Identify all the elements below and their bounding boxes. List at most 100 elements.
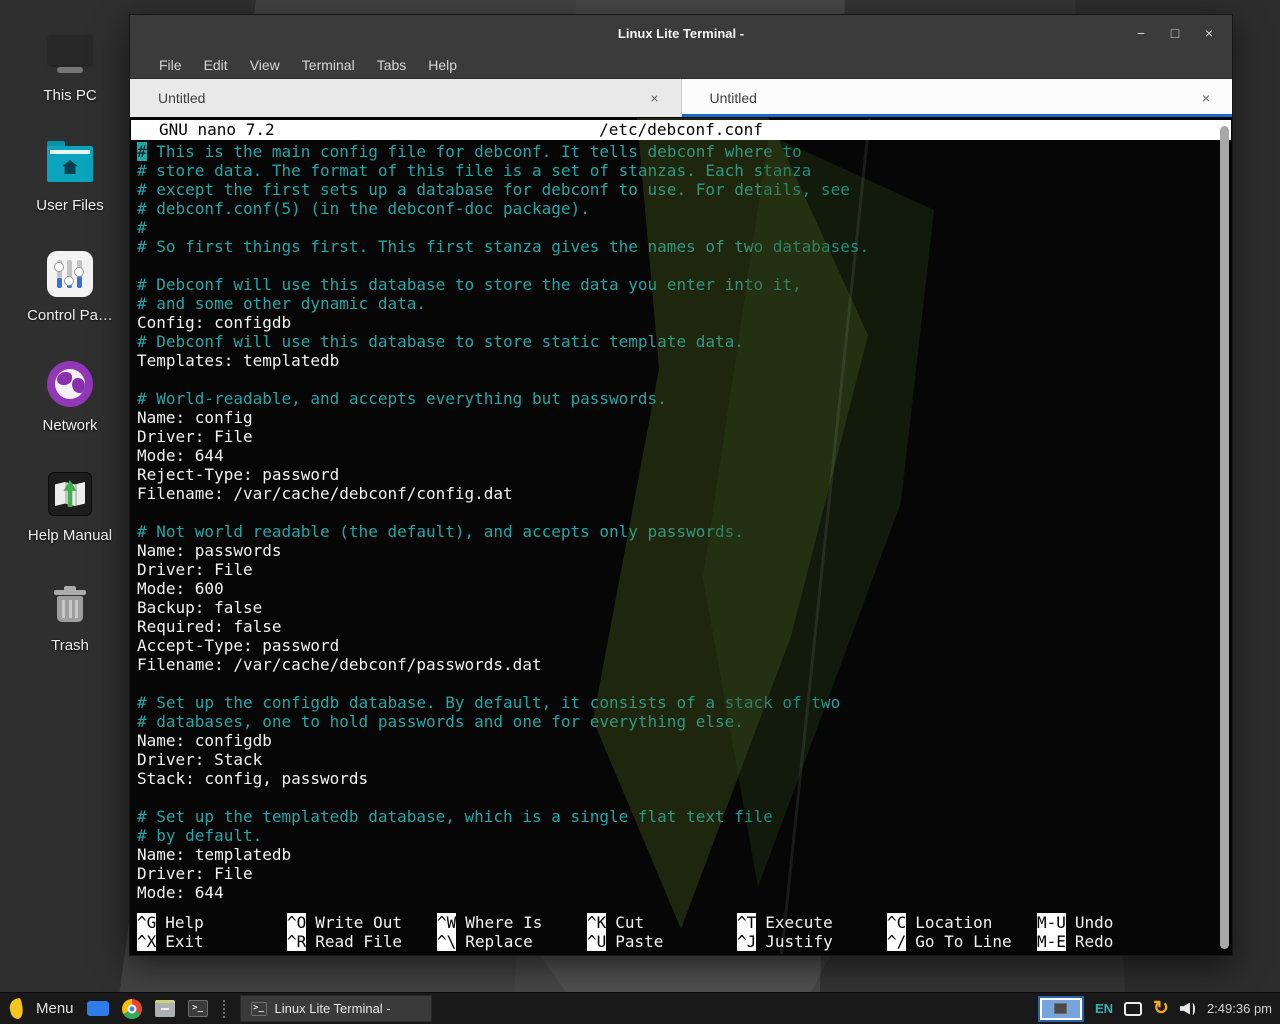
nano-shortcut: ^GHelp (137, 913, 287, 932)
terminal-line: Stack: config, passwords (137, 769, 1231, 788)
window-title: Linux Lite Terminal - (618, 26, 744, 41)
terminal-line: Driver: Stack (137, 750, 1231, 769)
terminal-line: # Set up the templatedb database, which … (137, 807, 1231, 826)
desktop-icon-trash[interactable]: Trash (18, 578, 122, 654)
terminal-line: Backup: false (137, 598, 1231, 617)
desktop-icon-label: Help Manual (18, 527, 122, 544)
nano-shortcut: ^OWrite Out (287, 913, 437, 932)
nano-shortcut: ^KCut (587, 913, 737, 932)
minimize-button[interactable]: − (1130, 22, 1152, 44)
chrome-icon[interactable] (122, 999, 142, 1019)
tab-label: Untitled (710, 90, 757, 106)
tab-untitled-1[interactable]: Untitled × (130, 79, 682, 117)
taskbar: Menu >_ >_ Linux Lite Terminal - EN ↻ 2:… (0, 992, 1280, 1024)
tab-close-icon[interactable]: × (644, 90, 664, 106)
nano-shortcut: ^UPaste (587, 932, 737, 951)
terminal-line: Reject-Type: password (137, 465, 1231, 484)
terminal-lines: # This is the main config file for debco… (131, 142, 1231, 902)
desktop-icon-user-files[interactable]: User Files (18, 138, 122, 214)
menu-button[interactable]: Menu (36, 1000, 74, 1017)
terminal-line: Templates: templatedb (137, 351, 1231, 370)
display-tray-icon[interactable] (1124, 1002, 1142, 1016)
terminal-line: Name: config (137, 408, 1231, 427)
workspace-terminal-icon (1054, 1003, 1067, 1014)
nano-shortcut: ^JJustify (737, 932, 887, 951)
computer-icon (18, 28, 122, 80)
terminal-line: # Debconf will use this database to stor… (137, 275, 1231, 294)
terminal-line: Filename: /var/cache/debconf/config.dat (137, 484, 1231, 503)
window-titlebar[interactable]: Linux Lite Terminal - − □ × (130, 15, 1232, 51)
nano-shortcut-bar: ^GHelp^OWrite Out^WWhere Is^KCut^TExecut… (137, 913, 1217, 951)
nano-file-path: /etc/debconf.conf (131, 120, 1231, 140)
close-button[interactable]: × (1198, 22, 1220, 44)
terminal-screen[interactable]: GNU nano 7.2 /etc/debconf.conf # This is… (131, 118, 1231, 954)
task-button-label: Linux Lite Terminal - (275, 1001, 391, 1016)
terminal-line: Driver: File (137, 427, 1231, 446)
tab-close-icon[interactable]: × (1196, 90, 1216, 106)
text-cursor: # (137, 142, 147, 161)
menu-view[interactable]: View (239, 54, 291, 76)
desktop-icon-control-panel[interactable]: Control Pa… (18, 248, 122, 324)
terminal-line: Filename: /var/cache/debconf/passwords.d… (137, 655, 1231, 674)
terminal-line: # This is the main config file for debco… (137, 142, 1231, 161)
terminal-line: # debconf.conf(5) (in the debconf-doc pa… (137, 199, 1231, 218)
menu-edit[interactable]: Edit (193, 54, 239, 76)
terminal-line: # Set up the configdb database. By defau… (137, 693, 1231, 712)
nano-shortcut: ^XExit (137, 932, 287, 951)
updates-tray-icon[interactable]: ↻ (1153, 999, 1169, 1018)
nano-shortcut: M-UUndo (1037, 913, 1113, 932)
terminal-line: Mode: 644 (137, 446, 1231, 465)
linux-lite-logo-icon[interactable] (8, 997, 25, 1020)
terminal-line: Driver: File (137, 560, 1231, 579)
nano-shortcut: ^TExecute (737, 913, 887, 932)
taskbar-separator (223, 1000, 225, 1018)
tab-strip: Untitled × Untitled × (130, 79, 1232, 117)
nano-titlebar: GNU nano 7.2 /etc/debconf.conf (131, 120, 1231, 140)
keyboard-layout-indicator[interactable]: EN (1095, 1001, 1113, 1016)
terminal-line: # by default. (137, 826, 1231, 845)
terminal-scrollbar[interactable] (1220, 126, 1229, 949)
show-desktop-icon[interactable] (87, 1001, 109, 1016)
clock[interactable]: 2:49:36 pm (1207, 1001, 1272, 1016)
volume-tray-icon[interactable] (1180, 1002, 1196, 1016)
terminal-line (137, 503, 1231, 522)
maximize-button[interactable]: □ (1164, 22, 1186, 44)
desktop-icon-network[interactable]: Network (18, 358, 122, 434)
terminal-line: # World-readable, and accepts everything… (137, 389, 1231, 408)
terminal-line (137, 370, 1231, 389)
terminal-line: # and some other dynamic data. (137, 294, 1231, 313)
menu-tabs[interactable]: Tabs (366, 54, 418, 76)
nano-shortcut: ^/Go To Line (887, 932, 1037, 951)
terminal-line: Required: false (137, 617, 1231, 636)
desktop-icon-label: This PC (18, 87, 122, 104)
nano-shortcut: ^WWhere Is (437, 913, 587, 932)
manual-map-icon (18, 468, 122, 520)
menu-help[interactable]: Help (417, 54, 468, 76)
menu-terminal[interactable]: Terminal (291, 54, 366, 76)
home-folder-icon (18, 138, 122, 190)
desktop-icon-label: User Files (18, 197, 122, 214)
terminal-line: Mode: 644 (137, 883, 1231, 902)
tab-untitled-2[interactable]: Untitled × (682, 79, 1233, 117)
menu-bar: FileEditViewTerminalTabsHelp (130, 51, 1232, 79)
nano-shortcut: ^CLocation (887, 913, 1037, 932)
terminal-icon: >_ (251, 1002, 267, 1016)
task-button-terminal[interactable]: >_ Linux Lite Terminal - (240, 995, 432, 1022)
sliders-icon (18, 248, 122, 300)
globe-icon (18, 358, 122, 410)
terminal-line: # Debconf will use this database to stor… (137, 332, 1231, 351)
terminal-line: # So first things first. This first stan… (137, 237, 1231, 256)
desktop-icon-label: Control Pa… (18, 307, 122, 324)
terminal-launcher-icon[interactable]: >_ (188, 1000, 208, 1017)
nano-shortcut: ^RRead File (287, 932, 437, 951)
desktop-icon-this-pc[interactable]: This PC (18, 28, 122, 104)
terminal-line: Mode: 600 (137, 579, 1231, 598)
file-manager-icon[interactable] (155, 1000, 175, 1017)
desktop-icon-label: Network (18, 417, 122, 434)
terminal-line: # store data. The format of this file is… (137, 161, 1231, 180)
terminal-line: Driver: File (137, 864, 1231, 883)
menu-file[interactable]: File (148, 54, 193, 76)
desktop-icon-help-manual[interactable]: Help Manual (18, 468, 122, 544)
terminal-line: # databases, one to hold passwords and o… (137, 712, 1231, 731)
workspace-switcher[interactable] (1038, 996, 1084, 1022)
